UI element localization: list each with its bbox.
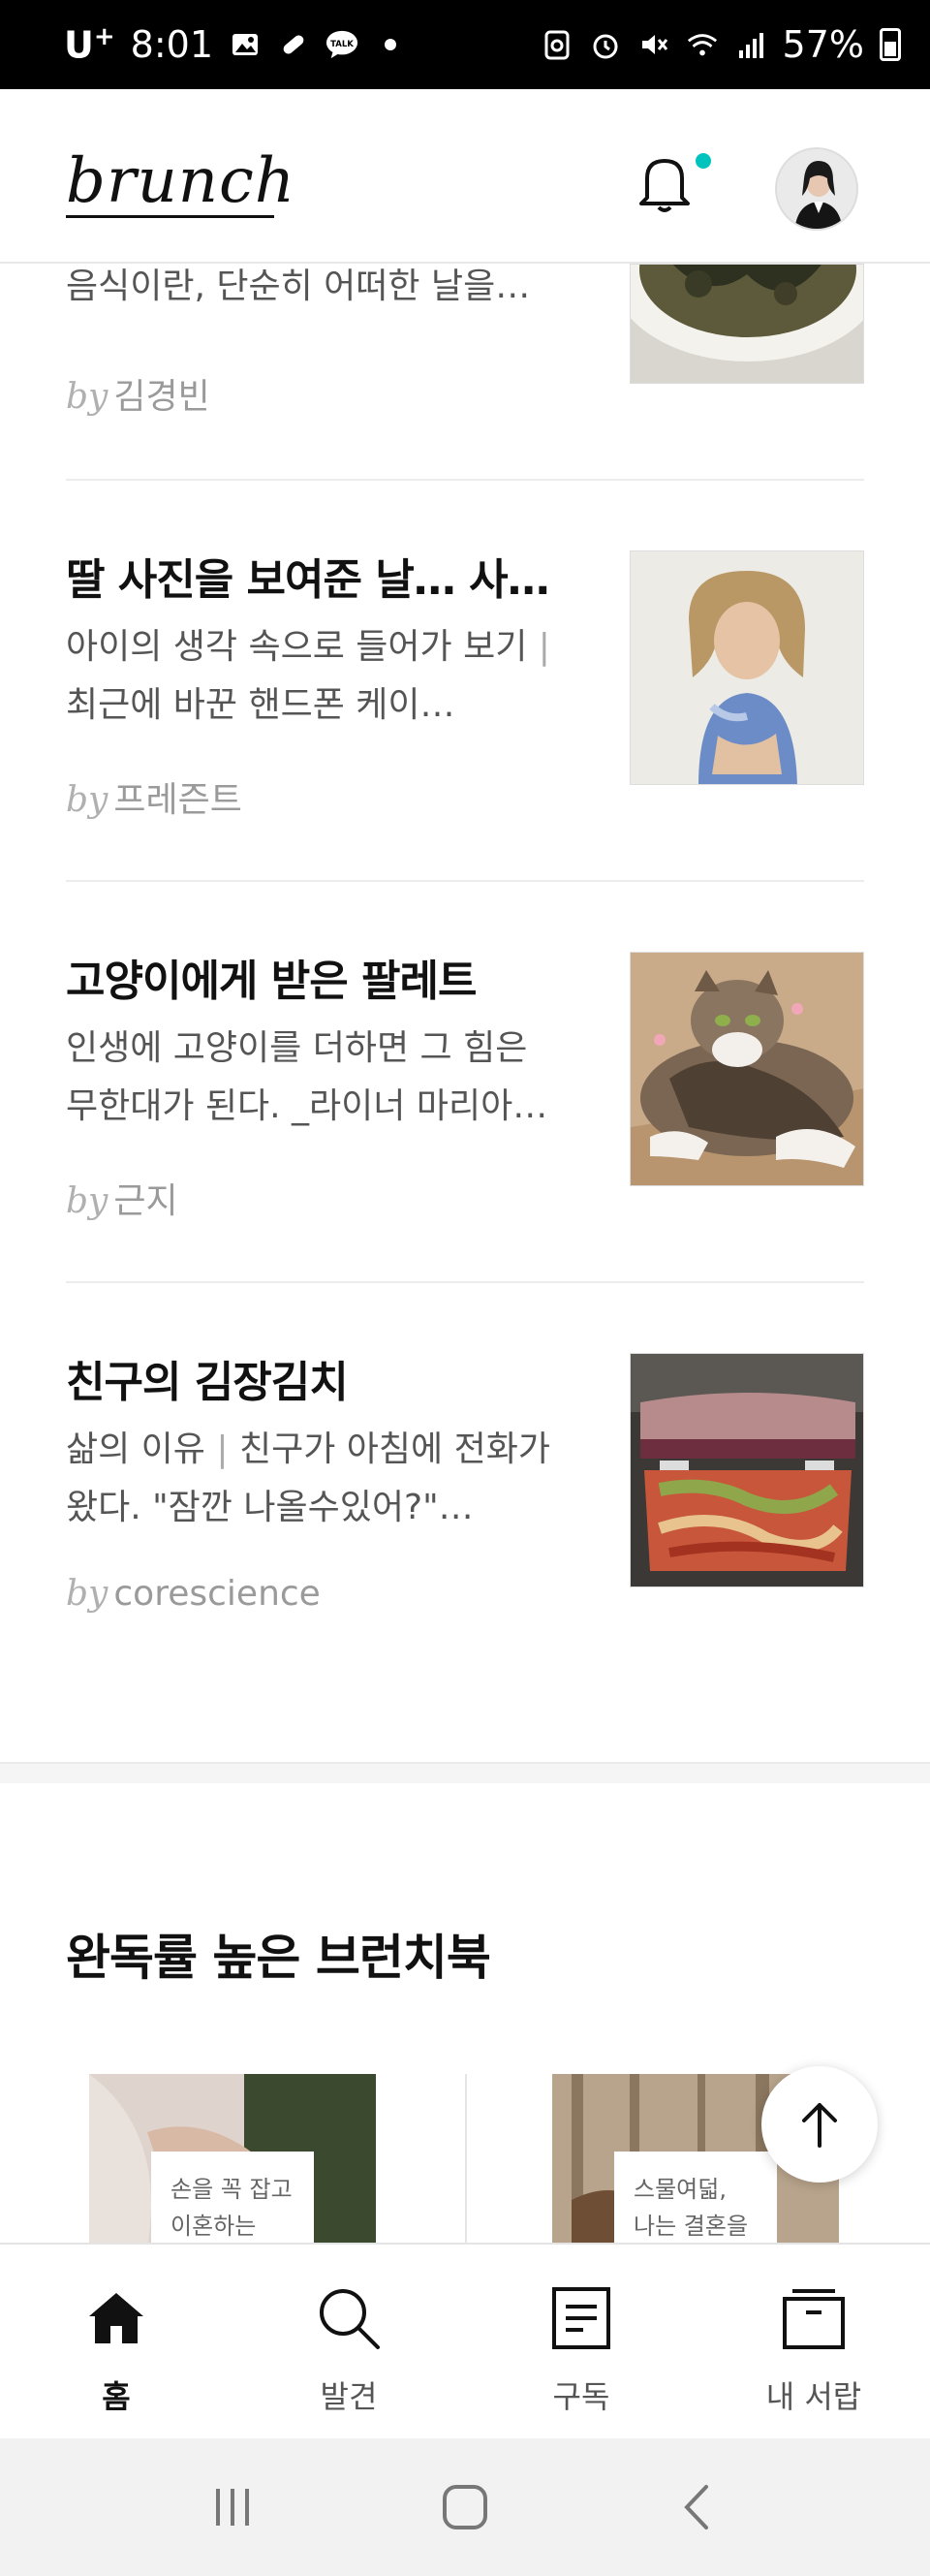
section-title: 완독률 높은 브런치북 bbox=[66, 1930, 491, 1986]
article-desc: 음식이란, 단순히 어떠한 날을… bbox=[66, 267, 531, 306]
logo-underline bbox=[66, 215, 274, 218]
gallery-icon bbox=[229, 28, 262, 61]
avatar[interactable] bbox=[775, 147, 858, 231]
article-thumbnail bbox=[630, 550, 864, 785]
svg-text:TALK: TALK bbox=[330, 40, 354, 49]
home-icon bbox=[79, 2281, 153, 2355]
battery-icon bbox=[880, 28, 901, 61]
brunchbook-label: 손을 꼭 잡고 이혼하는 bbox=[151, 2152, 314, 2248]
battery-percent: 57% bbox=[782, 23, 864, 66]
mute-icon bbox=[637, 28, 670, 61]
dot-icon bbox=[374, 28, 407, 61]
article-card[interactable]: 고양이에게 받은 팔레트 인생에 고양이를 더하면 그 힘은 무한대가 된다. … bbox=[66, 882, 864, 1283]
nav-label: 홈 bbox=[102, 2378, 131, 2415]
recent-apps-button[interactable] bbox=[189, 2464, 276, 2551]
nav-subscribe[interactable]: 구독 bbox=[465, 2245, 698, 2438]
talk-icon: TALK bbox=[326, 28, 358, 61]
brunchbook-card[interactable]: 손을 꼭 잡고 이혼하는 bbox=[89, 2074, 376, 2248]
article-thumbnail bbox=[630, 264, 864, 384]
document-icon bbox=[544, 2281, 618, 2355]
brunchbook-divider bbox=[465, 2074, 467, 2248]
article-desc: 아이의 생각 속으로 들어가 보기 | 최근에 바꾼 핸드폰 케이… bbox=[66, 627, 550, 725]
nav-home[interactable]: 홈 bbox=[0, 2245, 232, 2438]
nav-discover[interactable]: 발견 bbox=[232, 2245, 465, 2438]
article-byline: by 김경빈 bbox=[66, 377, 210, 417]
recent-apps-icon bbox=[216, 2489, 249, 2526]
back-chevron-icon bbox=[684, 2485, 708, 2529]
recycle-icon bbox=[541, 28, 574, 61]
carrier-label: U+ bbox=[64, 22, 115, 67]
nav-label: 내 서랍 bbox=[765, 2378, 862, 2415]
article-card[interactable]: 딸 사진을 보여준 날… 사… 아이의 생각 속으로 들어가 보기 | 최근에 … bbox=[66, 481, 864, 882]
nav-label: 발견 bbox=[320, 2378, 378, 2415]
pill-icon bbox=[277, 28, 310, 61]
article-thumbnail bbox=[630, 952, 864, 1186]
search-icon bbox=[312, 2281, 386, 2355]
article-thumbnail bbox=[630, 1353, 864, 1587]
brunch-logo[interactable]: brunch bbox=[66, 145, 295, 217]
status-bar: U+ 8:01 TALK 57% bbox=[0, 0, 930, 89]
article-desc: 인생에 고양이를 더하면 그 힘은 무한대가 된다. _라이너 마리아… bbox=[66, 1028, 548, 1126]
brunchbook-label: 스물여덟, 나는 결혼을 bbox=[614, 2152, 777, 2248]
article-card[interactable]: 친구의 김장김치 삶의 이유 | 친구가 아침에 전화가 왔다. "잠깐 나올수… bbox=[66, 1283, 864, 1684]
article-title: 딸 사진을 보여준 날… 사… bbox=[66, 555, 550, 605]
home-button[interactable] bbox=[421, 2464, 509, 2551]
home-square-icon bbox=[443, 2485, 487, 2529]
app-header: brunch bbox=[0, 89, 930, 264]
article-title: 친구의 김장김치 bbox=[66, 1358, 349, 1407]
bottom-navigation: 홈 발견 구독 내 서랍 bbox=[0, 2243, 930, 2438]
article-title: 고양이에게 받은 팔레트 bbox=[66, 957, 477, 1006]
scroll-to-top-button[interactable] bbox=[761, 2066, 878, 2183]
nav-label: 구독 bbox=[552, 2378, 610, 2415]
signal-icon bbox=[734, 28, 767, 61]
article-card[interactable]: 음식이란, 단순히 어떠한 날을… by 김경빈 bbox=[66, 264, 864, 481]
article-desc: 삶의 이유 | 친구가 아침에 전화가 왔다. "잠깐 나올수있어?"… bbox=[66, 1429, 550, 1527]
article-byline: by 근지 bbox=[66, 1181, 178, 1221]
drawer-icon bbox=[777, 2281, 851, 2355]
article-byline: by corescience bbox=[66, 1574, 321, 1614]
arrow-up-icon bbox=[802, 2103, 837, 2148]
wifi-icon bbox=[686, 28, 719, 61]
article-feed: 음식이란, 단순히 어떠한 날을… by 김경빈 딸 사진을 보여준 날… 사… … bbox=[0, 264, 930, 1684]
article-byline: by 프레즌트 bbox=[66, 780, 242, 820]
alarm-icon bbox=[589, 28, 622, 61]
system-navigation-bar bbox=[0, 2438, 930, 2576]
notification-bell-icon[interactable] bbox=[630, 147, 699, 217]
notification-dot bbox=[696, 153, 711, 169]
section-divider bbox=[0, 1762, 930, 1783]
back-button[interactable] bbox=[654, 2464, 741, 2551]
clock: 8:01 bbox=[130, 23, 213, 66]
nav-my-drawer[interactable]: 내 서랍 bbox=[698, 2245, 930, 2438]
